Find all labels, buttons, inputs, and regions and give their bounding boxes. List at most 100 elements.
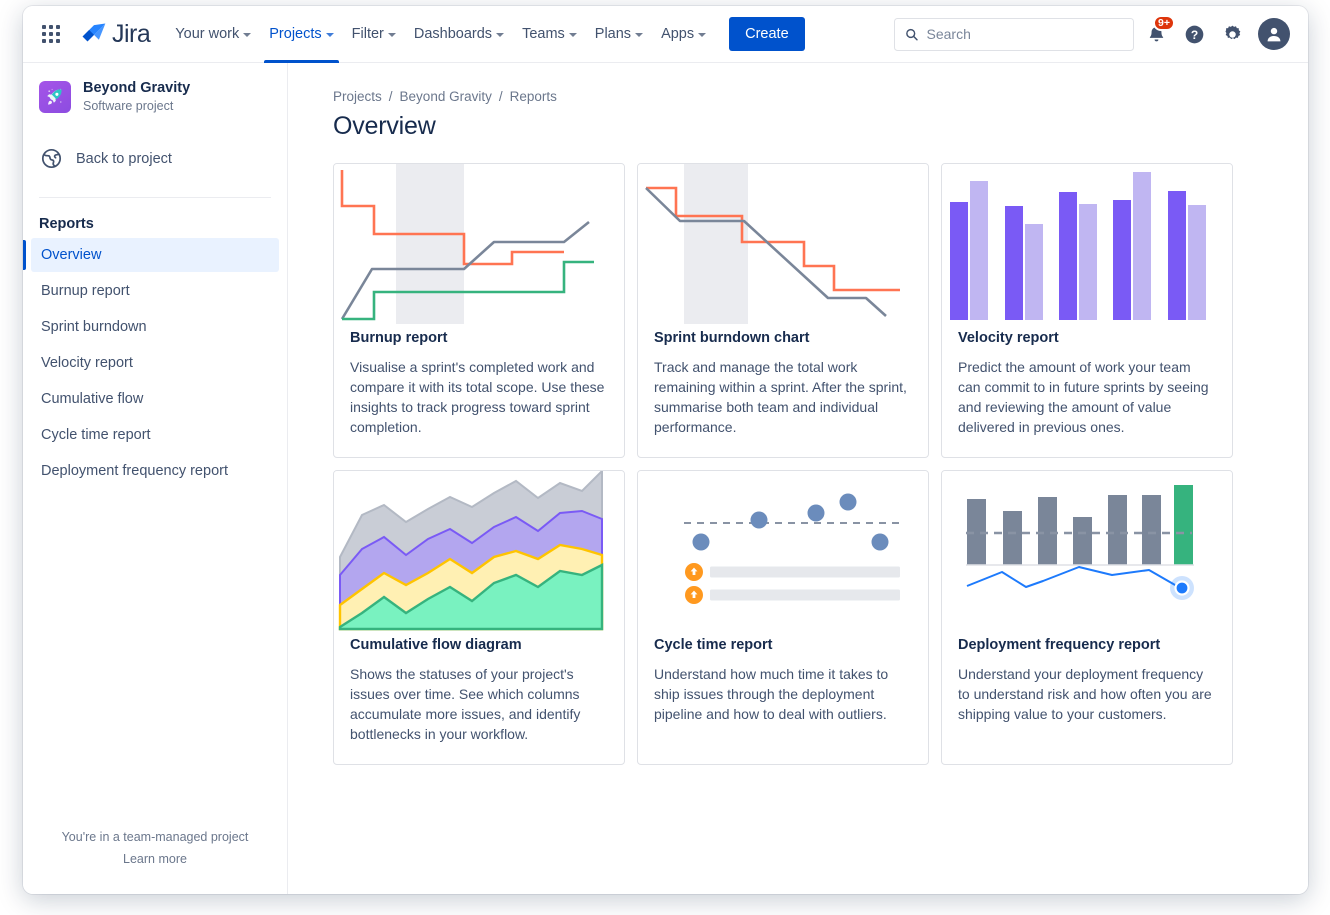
search-box[interactable] — [894, 18, 1134, 51]
project-header[interactable]: Beyond Gravity Software project — [23, 63, 287, 120]
deployment-frequency-thumbnail — [942, 471, 1232, 631]
burndown-chart — [638, 164, 928, 324]
main-content: Projects / Beyond Gravity / Reports Over… — [288, 63, 1308, 894]
sidebar-item-overview[interactable]: Overview — [31, 238, 279, 272]
breadcrumb-separator: / — [499, 89, 503, 104]
jira-logo-text: Jira — [112, 20, 150, 49]
chevron-down-icon — [388, 33, 396, 37]
card-title: Burnup report — [350, 330, 608, 346]
report-card-cycle-time[interactable]: Cycle time report Understand how much ti… — [637, 470, 929, 765]
card-description: Visualise a sprint's completed work and … — [350, 357, 608, 437]
card-body: Sprint burndown chart Track and manage t… — [638, 324, 928, 457]
bar-commitment-3 — [1059, 192, 1077, 320]
chevron-down-icon — [243, 33, 251, 37]
breadcrumb-separator: / — [389, 89, 393, 104]
app-body: Beyond Gravity Software project Back to … — [23, 63, 1308, 894]
sidebar-item-sprint-burndown[interactable]: Sprint burndown — [31, 310, 279, 344]
search-icon — [905, 27, 919, 42]
card-body: Cycle time report Understand how much ti… — [638, 631, 928, 744]
report-card-sprint-burndown[interactable]: Sprint burndown chart Track and manage t… — [637, 163, 929, 458]
card-title: Velocity report — [958, 330, 1216, 346]
nav-item-filter[interactable]: Filter — [343, 6, 405, 63]
app-switcher-icon — [42, 25, 60, 43]
chevron-down-icon — [326, 33, 334, 37]
bar-commitment-2 — [1005, 206, 1023, 320]
back-to-project-label: Back to project — [76, 151, 172, 167]
nav-label: Projects — [269, 26, 321, 42]
chevron-down-icon — [698, 33, 706, 37]
sidebar-item-burnup-report[interactable]: Burnup report — [31, 274, 279, 308]
deployment-bars — [967, 485, 1193, 565]
nav-item-your-work[interactable]: Your work — [166, 6, 260, 63]
search-input[interactable] — [927, 26, 1123, 42]
avatar-icon — [1264, 24, 1284, 44]
project-avatar — [39, 81, 71, 113]
nav-item-projects[interactable]: Projects — [260, 6, 342, 63]
scatter-point — [808, 505, 825, 522]
bar-commitment-5 — [1168, 191, 1186, 320]
jira-app-window: Jira Your work Projects Filter Dashboard… — [23, 6, 1308, 894]
issue-placeholder-bar — [710, 590, 900, 601]
card-title: Cycle time report — [654, 637, 912, 653]
nav-item-apps[interactable]: Apps — [652, 6, 715, 63]
profile-avatar-button[interactable] — [1258, 18, 1290, 50]
burndown-chart-thumbnail — [638, 164, 928, 324]
bar-completed-5 — [1188, 205, 1206, 320]
app-switcher-button[interactable] — [35, 18, 67, 50]
nav-label: Teams — [522, 26, 565, 42]
global-navigation-bar: Jira Your work Projects Filter Dashboard… — [23, 6, 1308, 63]
issue-row-2 — [685, 586, 900, 604]
sidebar-footer: You're in a team-managed project Learn m… — [23, 824, 287, 894]
nav-item-plans[interactable]: Plans — [586, 6, 652, 63]
sidebar-item-cycle-time-report[interactable]: Cycle time report — [31, 418, 279, 452]
bar-completed-4 — [1133, 172, 1151, 320]
nav-label: Filter — [352, 26, 384, 42]
jira-home-logo[interactable]: Jira — [81, 20, 150, 49]
nav-label: Plans — [595, 26, 631, 42]
report-card-velocity[interactable]: Velocity report Predict the amount of wo… — [941, 163, 1233, 458]
completed-line — [342, 222, 589, 319]
settings-button[interactable] — [1216, 18, 1248, 50]
velocity-chart-thumbnail — [942, 164, 1232, 324]
create-button[interactable]: Create — [729, 17, 805, 51]
reports-card-grid: Burnup report Visualise a sprint's compl… — [333, 163, 1268, 765]
sidebar-item-deployment-frequency-report[interactable]: Deployment frequency report — [31, 454, 279, 488]
help-button[interactable]: ? — [1178, 18, 1210, 50]
report-card-cumulative-flow[interactable]: Cumulative flow diagram Shows the status… — [333, 470, 625, 765]
velocity-bars — [950, 172, 1206, 320]
scatter-point — [751, 512, 768, 529]
burnup-chart-thumbnail — [334, 164, 624, 324]
card-description: Understand how much time it takes to shi… — [654, 664, 912, 724]
bar-completed-3 — [1079, 204, 1097, 320]
burnup-chart — [334, 164, 624, 324]
notifications-button[interactable]: 9+ — [1140, 18, 1172, 50]
card-body: Burnup report Visualise a sprint's compl… — [334, 324, 624, 457]
bar-3 — [1038, 497, 1057, 565]
cycle-time-chart — [638, 471, 928, 631]
sidebar-item-cumulative-flow[interactable]: Cumulative flow — [31, 382, 279, 416]
learn-more-link[interactable]: Learn more — [123, 852, 187, 866]
bar-completed-1 — [970, 181, 988, 320]
card-description: Track and manage the total work remainin… — [654, 357, 912, 437]
trend-line — [967, 567, 1182, 589]
breadcrumb-project[interactable]: Beyond Gravity — [400, 89, 492, 104]
trend-marker — [1176, 582, 1189, 595]
bar-5 — [1108, 495, 1127, 565]
bar-commitment-4 — [1113, 200, 1131, 320]
nav-item-teams[interactable]: Teams — [513, 6, 586, 63]
nav-item-dashboards[interactable]: Dashboards — [405, 6, 513, 63]
breadcrumb-projects[interactable]: Projects — [333, 89, 382, 104]
card-description: Predict the amount of work your team can… — [958, 357, 1216, 437]
chevron-down-icon — [569, 33, 577, 37]
project-meta: Beyond Gravity Software project — [83, 80, 190, 114]
project-sidebar: Beyond Gravity Software project Back to … — [23, 63, 288, 894]
jira-logo-icon — [81, 21, 107, 47]
chevron-down-icon — [635, 33, 643, 37]
sidebar-item-velocity-report[interactable]: Velocity report — [31, 346, 279, 380]
back-to-project-link[interactable]: Back to project — [31, 140, 279, 177]
report-card-deployment-frequency[interactable]: Deployment frequency report Understand y… — [941, 470, 1233, 765]
report-card-burnup[interactable]: Burnup report Visualise a sprint's compl… — [333, 163, 625, 458]
card-body: Velocity report Predict the amount of wo… — [942, 324, 1232, 457]
breadcrumb-reports[interactable]: Reports — [510, 89, 557, 104]
cumulative-flow-chart — [334, 471, 624, 631]
